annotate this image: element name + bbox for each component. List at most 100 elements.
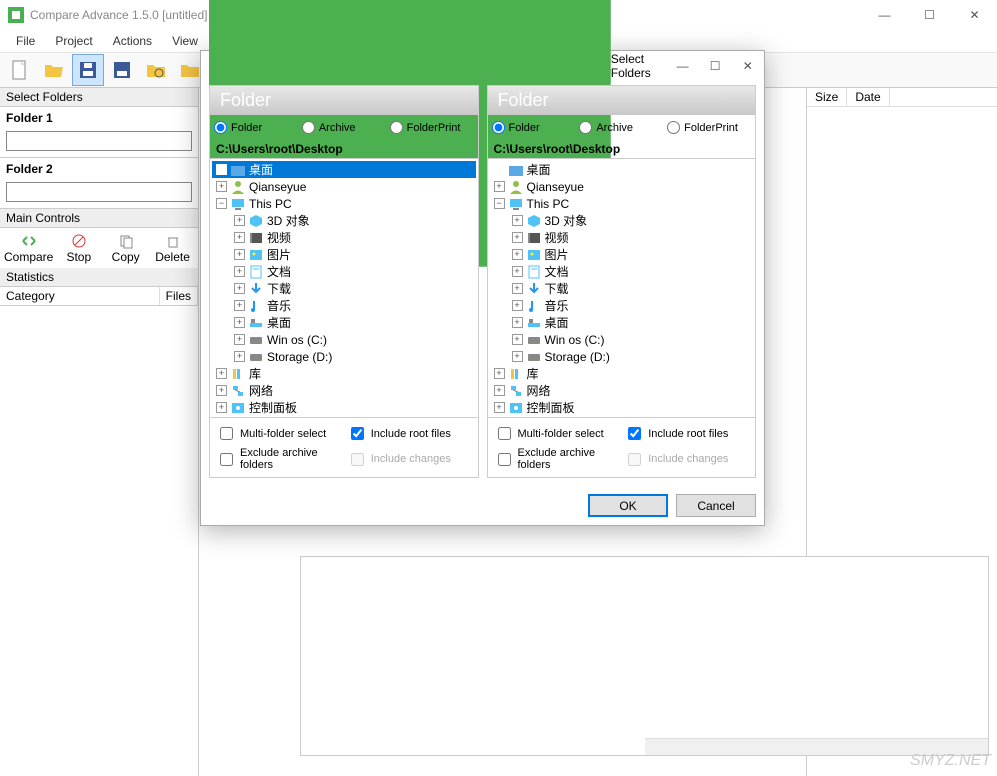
tree-row[interactable]: +控制面板 <box>212 399 476 416</box>
tree-row[interactable]: +图片 <box>212 246 476 263</box>
expand-icon[interactable]: + <box>234 317 245 328</box>
tree-row[interactable]: +文档 <box>212 263 476 280</box>
expand-icon[interactable]: + <box>512 283 523 294</box>
col-category[interactable]: Category <box>0 287 160 305</box>
expand-icon[interactable]: + <box>512 351 523 362</box>
open-icon[interactable] <box>38 54 70 86</box>
expand-icon[interactable]: + <box>512 266 523 277</box>
menu-actions[interactable]: Actions <box>105 32 160 50</box>
radio-folderprint[interactable]: FolderPrint <box>667 121 751 134</box>
radio-folder[interactable]: Folder <box>214 121 298 134</box>
expand-icon[interactable]: − <box>216 198 227 209</box>
check-exclude[interactable]: Exclude archive folders <box>216 447 341 471</box>
copy-button[interactable]: Copy <box>104 232 147 264</box>
tree-row[interactable]: +3D 对象 <box>212 212 476 229</box>
expand-icon[interactable]: + <box>234 266 245 277</box>
menu-file[interactable]: File <box>8 32 43 50</box>
tree-row[interactable]: +音乐 <box>212 297 476 314</box>
tree-row[interactable]: 桌面 <box>490 161 754 178</box>
expand-icon[interactable]: + <box>234 334 245 345</box>
tree-row[interactable]: −This PC <box>212 195 476 212</box>
tree-row[interactable]: +Qianseyue <box>490 178 754 195</box>
minimize-button[interactable]: — <box>862 0 907 30</box>
tree-row[interactable]: +控制面板 <box>490 399 754 416</box>
tree-row[interactable]: +网络 <box>212 382 476 399</box>
dialog-close-button[interactable]: ✕ <box>731 51 764 81</box>
compare-button[interactable]: Compare <box>4 232 53 264</box>
tree-row[interactable]: +Storage (D:) <box>212 348 476 365</box>
folder-tree[interactable]: 桌面+Qianseyue−This PC+3D 对象+视频+图片+文档+下载+音… <box>488 158 756 418</box>
left-panel: Select Folders Folder 1 Folder 2 Main Co… <box>0 88 198 306</box>
col-size[interactable]: Size <box>807 88 847 106</box>
col-date[interactable]: Date <box>847 88 889 106</box>
expand-icon[interactable]: − <box>494 198 505 209</box>
col-files[interactable]: Files <box>160 287 198 305</box>
tree-row[interactable]: +Win os (C:) <box>490 331 754 348</box>
menu-view[interactable]: View <box>164 32 206 50</box>
expand-icon[interactable]: + <box>512 334 523 345</box>
tree-row[interactable]: +库 <box>212 365 476 382</box>
save-icon[interactable] <box>72 54 104 86</box>
expand-icon[interactable]: + <box>234 249 245 260</box>
expand-icon[interactable]: + <box>494 181 505 192</box>
expand-icon[interactable]: + <box>512 317 523 328</box>
tree-row[interactable]: +视频 <box>212 229 476 246</box>
check-multi[interactable]: Multi-folder select <box>494 424 619 443</box>
tree-row[interactable]: +文档 <box>490 263 754 280</box>
check-multi[interactable]: Multi-folder select <box>216 424 341 443</box>
expand-icon[interactable]: + <box>234 300 245 311</box>
tree-row[interactable]: +视频 <box>490 229 754 246</box>
tree-row[interactable]: +下载 <box>212 280 476 297</box>
delete-button[interactable]: Delete <box>151 232 194 264</box>
expand-icon[interactable]: + <box>216 385 227 396</box>
tree-row[interactable]: −This PC <box>490 195 754 212</box>
expand-icon[interactable]: + <box>234 215 245 226</box>
check-exclude[interactable]: Exclude archive folders <box>494 447 619 471</box>
new-icon[interactable] <box>4 54 36 86</box>
tree-row[interactable]: +库 <box>490 365 754 382</box>
radio-folder[interactable]: Folder <box>492 121 576 134</box>
expand-icon[interactable]: + <box>234 351 245 362</box>
saveas-icon[interactable] <box>106 54 138 86</box>
tree-row[interactable]: +Qianseyue <box>212 178 476 195</box>
expand-icon[interactable]: + <box>234 232 245 243</box>
tree-row[interactable]: +网络 <box>490 382 754 399</box>
tree-row[interactable]: 桌面 <box>212 161 476 178</box>
expand-icon[interactable]: + <box>216 402 227 413</box>
expand-icon[interactable]: + <box>512 300 523 311</box>
check-root[interactable]: Include root files <box>624 424 749 443</box>
expand-icon[interactable]: + <box>512 215 523 226</box>
tree-row[interactable]: +Win os (C:) <box>212 331 476 348</box>
tree-row[interactable]: +桌面 <box>490 314 754 331</box>
menu-project[interactable]: Project <box>47 32 100 50</box>
tree-row[interactable]: +Storage (D:) <box>490 348 754 365</box>
expand-icon[interactable]: + <box>494 385 505 396</box>
expand-icon[interactable]: + <box>494 368 505 379</box>
expand-icon[interactable]: + <box>234 283 245 294</box>
expand-icon[interactable]: + <box>216 368 227 379</box>
tree-row[interactable]: +音乐 <box>490 297 754 314</box>
stop-button[interactable]: Stop <box>57 232 100 264</box>
expand-icon[interactable]: + <box>216 181 227 192</box>
cancel-button[interactable]: Cancel <box>676 494 756 517</box>
folder-search-icon[interactable] <box>140 54 172 86</box>
tree-row[interactable]: +桌面 <box>212 314 476 331</box>
check-root[interactable]: Include root files <box>347 424 472 443</box>
tree-row[interactable]: +下载 <box>490 280 754 297</box>
folder2-input[interactable] <box>6 182 192 202</box>
expand-icon[interactable]: + <box>494 402 505 413</box>
expand-icon[interactable]: + <box>512 232 523 243</box>
tree-row[interactable]: +3D 对象 <box>490 212 754 229</box>
close-button[interactable]: ✕ <box>952 0 997 30</box>
ok-button[interactable]: OK <box>588 494 668 517</box>
folder1-input[interactable] <box>6 131 192 151</box>
dialog-minimize-button[interactable]: — <box>666 51 699 81</box>
folder-tree[interactable]: 桌面+Qianseyue−This PC+3D 对象+视频+图片+文档+下载+音… <box>210 158 478 418</box>
expand-icon[interactable]: + <box>512 249 523 260</box>
radio-folderprint[interactable]: FolderPrint <box>390 121 474 134</box>
dialog-maximize-button[interactable]: ☐ <box>699 51 732 81</box>
tree-row[interactable]: +图片 <box>490 246 754 263</box>
maximize-button[interactable]: ☐ <box>907 0 952 30</box>
radio-archive[interactable]: Archive <box>579 121 663 134</box>
radio-archive[interactable]: Archive <box>302 121 386 134</box>
